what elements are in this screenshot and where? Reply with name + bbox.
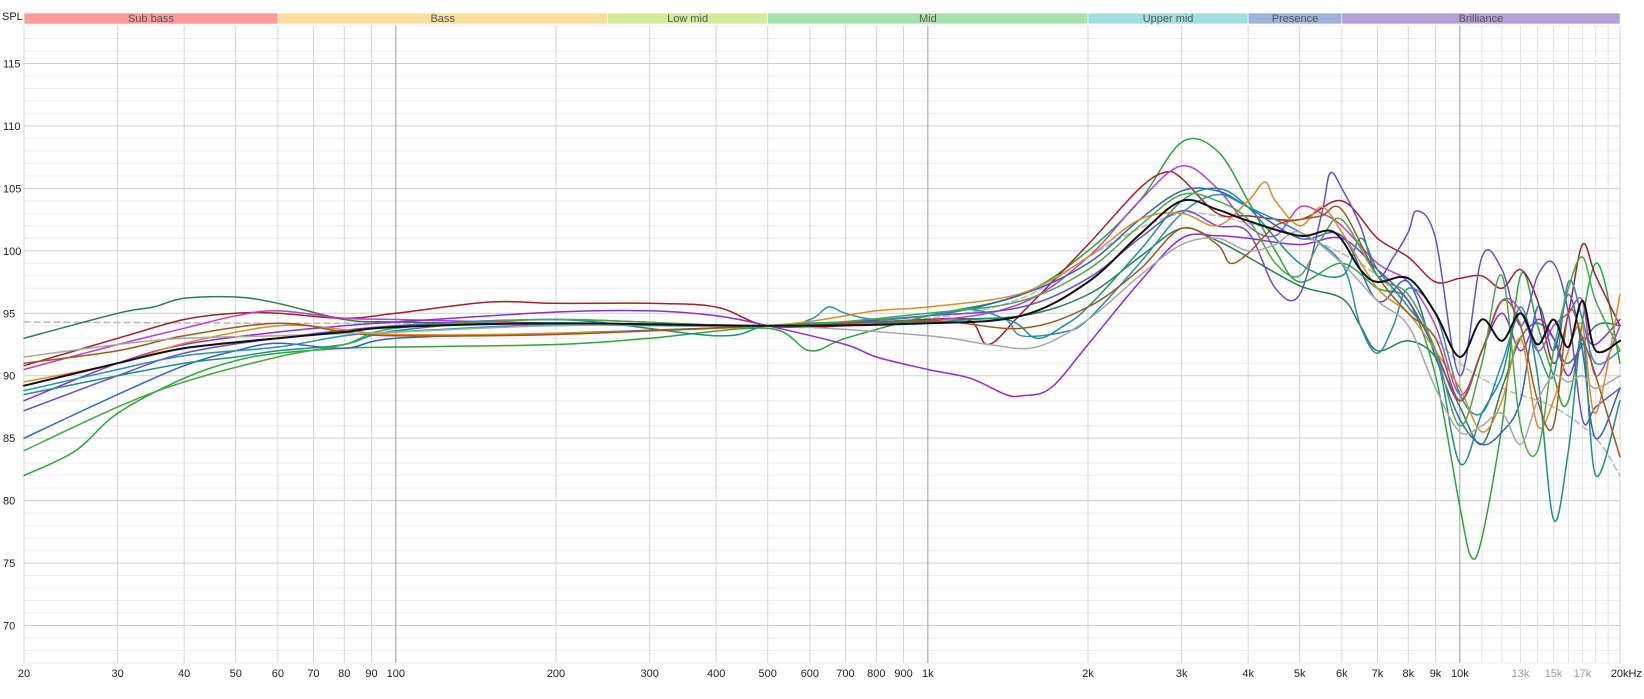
x-tick-label: 30 (112, 668, 124, 680)
x-tick-label: 700 (836, 668, 854, 680)
frequency-response-chart: Sub bass Bass Low mid Mid Upper mid Presence B… (2, 11, 1642, 680)
x-tick-label: 20 (18, 668, 30, 680)
x-tick-label: 400 (707, 668, 725, 680)
x-tick-label: 10k (1451, 668, 1469, 680)
y-tick-label: 100 (3, 246, 21, 258)
band-label: Brilliance (1459, 13, 1504, 25)
y-tick-label: 105 (3, 183, 21, 195)
x-tick-label: 7k (1372, 668, 1384, 680)
x-tick-label: 15k (1545, 668, 1563, 680)
x-tick-label: 40 (178, 668, 190, 680)
x-tick-label: 900 (894, 668, 912, 680)
y-tick-label: 95 (3, 308, 15, 320)
x-tick-label: 5k (1294, 668, 1306, 680)
band-label: Bass (430, 13, 455, 25)
band-label: Sub bass (128, 13, 174, 25)
y-axis-title: SPL (2, 11, 23, 23)
x-tick-label: 70 (307, 668, 319, 680)
x-tick-label: 20kHz (1611, 668, 1642, 680)
x-tick-label: 17k (1574, 668, 1592, 680)
frequency-response-graph: Sub bass Bass Low mid Mid Upper mid Presence B… (0, 0, 1644, 694)
x-tick-label: 200 (547, 668, 565, 680)
x-tick-label: 500 (759, 668, 777, 680)
y-tick-label: 110 (3, 121, 21, 133)
band-label: Mid (919, 13, 937, 25)
y-tick-label: 80 (3, 496, 15, 508)
x-tick-label: 50 (230, 668, 242, 680)
x-tick-label: 90 (365, 668, 377, 680)
x-tick-label: 300 (641, 668, 659, 680)
band-label: Low mid (667, 13, 708, 25)
x-tick-label: 3k (1176, 668, 1188, 680)
x-tick-label: 9k (1430, 668, 1442, 680)
band-label: Upper mid (1143, 13, 1194, 25)
y-tick-label: 115 (3, 58, 21, 70)
band-label: Presence (1272, 13, 1318, 25)
x-tick-label: 600 (801, 668, 819, 680)
x-tick-label: 80 (338, 668, 350, 680)
x-tick-label: 1k (922, 668, 934, 680)
x-tick-label: 2k (1082, 668, 1094, 680)
y-tick-label: 90 (3, 371, 15, 383)
band-header: Sub bass Bass Low mid Mid Upper mid Presence B… (23, 12, 1621, 25)
y-tick-label: 85 (3, 433, 15, 445)
x-tick-label: 4k (1242, 668, 1254, 680)
x-tick-label: 6k (1336, 668, 1348, 680)
x-tick-label: 800 (867, 668, 885, 680)
y-tick-label: 70 (3, 621, 15, 633)
x-tick-label: 100 (387, 668, 405, 680)
x-tick-label: 60 (272, 668, 284, 680)
y-tick-label: 75 (3, 558, 15, 570)
x-tick-label: 8k (1402, 668, 1414, 680)
x-tick-label: 13k (1512, 668, 1530, 680)
